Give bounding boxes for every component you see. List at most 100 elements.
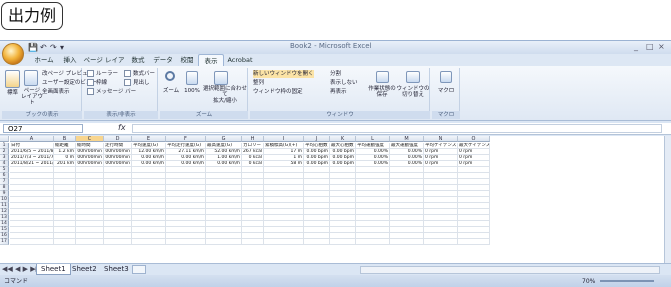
column-header-b[interactable]: B xyxy=(54,136,76,142)
tab-view[interactable]: 表示 xyxy=(198,54,224,66)
column-header-f[interactable]: F xyxy=(166,136,206,142)
empty-cell[interactable] xyxy=(132,239,166,245)
group-label-zoom: ズーム xyxy=(160,111,248,119)
column-header-k[interactable]: K xyxy=(330,136,356,142)
switch-windows-label: ウィンドウの 切り替え xyxy=(396,86,430,98)
group-workbook-views: 標準 ページ レイアウト 改ページ プレビュー ユーザー設定のビュー 全画面表示… xyxy=(2,68,97,119)
empty-cell[interactable] xyxy=(458,239,490,245)
tab-insert[interactable]: 挿入 xyxy=(58,54,82,66)
freeze-panes-button[interactable]: ウィンドウ枠の固定 xyxy=(253,88,303,96)
empty-cell[interactable] xyxy=(356,239,390,245)
column-header-i[interactable]: I xyxy=(264,136,304,142)
sheet-tab-bar: ◀◀ ◀ ▶ ▶▶ Sheet1 Sheet2 Sheet3 xyxy=(0,263,671,275)
maximize-button[interactable]: □ xyxy=(646,42,654,51)
column-header-c[interactable]: C xyxy=(76,136,104,142)
group-label-macros: マクロ xyxy=(432,111,460,119)
new-window-button[interactable]: 新しいウィンドウを開く xyxy=(253,70,314,78)
minimize-button[interactable]: _ xyxy=(634,42,638,51)
undo-icon[interactable]: ↶ xyxy=(40,43,47,53)
empty-cell[interactable] xyxy=(206,239,242,245)
column-header-d[interactable]: D xyxy=(104,136,132,142)
gridlines-label: 枠線 xyxy=(96,80,108,86)
page-layout-view-label: ページ レイアウト xyxy=(21,88,44,106)
macro-icon[interactable] xyxy=(440,71,452,83)
insert-sheet-icon[interactable] xyxy=(132,265,146,274)
empty-cell[interactable] xyxy=(264,239,304,245)
group-macros: マクロ マクロ xyxy=(432,68,460,119)
column-header-e[interactable]: E xyxy=(132,136,166,142)
empty-cell[interactable] xyxy=(104,239,132,245)
empty-cell[interactable] xyxy=(242,239,264,245)
sheet-tab-1[interactable]: Sheet1 xyxy=(36,264,71,275)
group-label-workbook-views: ブックの表示 xyxy=(2,111,82,119)
zoom-slider[interactable] xyxy=(600,280,654,282)
empty-cell[interactable] xyxy=(390,239,424,245)
status-bar: コマンド 70% xyxy=(0,275,671,287)
zoom-level: 70% xyxy=(582,278,596,285)
tab-formulas[interactable]: 数式 xyxy=(126,54,150,66)
arrange-all-button[interactable]: 整列 xyxy=(253,79,264,87)
unhide-button[interactable]: 再表示 xyxy=(330,88,347,96)
window-title: Book2 - Microsoft Excel xyxy=(290,42,372,50)
empty-cell[interactable] xyxy=(166,239,206,245)
group-label-window: ウィンドウ xyxy=(250,111,430,119)
vertical-scrollbar[interactable] xyxy=(664,136,671,263)
empty-cell[interactable] xyxy=(304,239,330,245)
normal-view-icon[interactable] xyxy=(5,70,20,88)
ruler-label: ルーラー xyxy=(96,71,119,77)
switch-windows-icon[interactable] xyxy=(406,71,420,83)
qat-dropdown-icon[interactable]: ▾ xyxy=(60,43,64,53)
formula-input[interactable] xyxy=(132,124,662,133)
save-workspace-icon[interactable] xyxy=(376,71,389,83)
hide-button[interactable]: 表示しない xyxy=(330,79,358,87)
name-box[interactable]: O27 xyxy=(3,124,83,133)
column-header-m[interactable]: M xyxy=(390,136,424,142)
normal-view-label: 標準 xyxy=(6,90,18,96)
close-button[interactable]: × xyxy=(658,42,665,51)
headings-label: 見出し xyxy=(133,80,150,86)
column-header-l[interactable]: L xyxy=(356,136,390,142)
full-screen-button[interactable]: 全画面表示 xyxy=(42,88,70,96)
tab-data[interactable]: データ xyxy=(150,54,176,66)
empty-cell[interactable] xyxy=(76,239,104,245)
zoom-icon[interactable] xyxy=(165,71,175,81)
save-icon[interactable]: 💾 xyxy=(28,43,38,53)
fx-icon[interactable]: fx xyxy=(118,123,126,132)
zoom-label: ズーム xyxy=(162,88,180,94)
empty-cell[interactable] xyxy=(424,239,458,245)
zoom-100-label: 100% xyxy=(184,88,200,94)
split-button[interactable]: 分割 xyxy=(330,70,341,78)
zoom-100-icon[interactable] xyxy=(186,71,198,85)
caption-label: 出力例 xyxy=(1,2,64,30)
office-button[interactable] xyxy=(2,43,24,65)
formula-bar-checkbox[interactable]: 数式バー xyxy=(124,70,155,78)
column-header-g[interactable]: G xyxy=(206,136,242,142)
horizontal-scrollbar[interactable] xyxy=(360,266,660,274)
column-header-n[interactable]: N xyxy=(424,136,458,142)
zoom-selection-icon[interactable] xyxy=(214,71,228,85)
redo-icon[interactable]: ↷ xyxy=(50,43,57,53)
tab-acrobat[interactable]: Acrobat xyxy=(224,54,256,66)
column-header-h[interactable]: H xyxy=(242,136,264,142)
tab-page-layout[interactable]: ページ レイアウト xyxy=(82,54,126,76)
row-header[interactable]: 17 xyxy=(0,239,9,245)
save-workspace-label: 作業状態の 保存 xyxy=(368,86,396,98)
empty-cell[interactable] xyxy=(10,239,54,245)
column-header-a[interactable]: A xyxy=(10,136,54,142)
sheet-tab-2[interactable]: Sheet2 xyxy=(68,264,101,275)
sheet-tab-3[interactable]: Sheet3 xyxy=(100,264,133,275)
column-header-j[interactable]: J xyxy=(304,136,330,142)
ruler-checkbox[interactable]: ルーラー xyxy=(87,70,118,78)
zoom-selection-label: 選択範囲に合わせて 拡大/縮小 xyxy=(202,86,247,104)
empty-cell[interactable] xyxy=(54,239,76,245)
headings-checkbox[interactable]: 見出し xyxy=(124,79,150,87)
message-bar-checkbox[interactable]: メッセージ バー xyxy=(87,88,136,96)
select-all-corner[interactable] xyxy=(0,136,9,142)
tab-home[interactable]: ホーム xyxy=(30,54,58,66)
tab-review[interactable]: 校閲 xyxy=(176,54,198,66)
empty-cell[interactable] xyxy=(330,239,356,245)
spreadsheet-grid[interactable]: ABCDEFGHIJKLMNO 1 日付 総距離 総時間 走行時間 平均速度(G) 平均走行… xyxy=(0,136,668,263)
page-layout-view-icon[interactable] xyxy=(24,70,38,86)
gridlines-checkbox[interactable]: 枠線 xyxy=(87,79,107,87)
column-header-o[interactable]: O xyxy=(458,136,490,142)
